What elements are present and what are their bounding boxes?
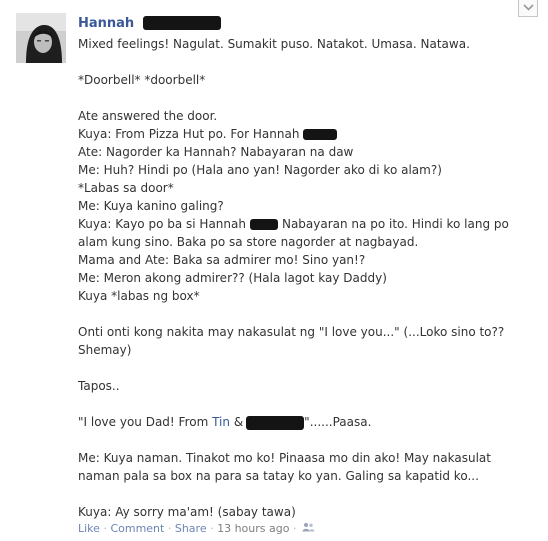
message-line: Kuya: Ay sorry ma'am! (sabay tawa) <box>78 505 296 519</box>
tagged-friend-link[interactable]: Tin <box>212 415 230 429</box>
message-line: Kuya *labas ng box* <box>78 289 200 303</box>
comment-link[interactable]: Comment <box>110 522 164 535</box>
message-line: *Doorbell* *doorbell* <box>78 73 206 87</box>
redaction-mark <box>303 129 338 140</box>
like-link[interactable]: Like <box>78 522 100 535</box>
message-line: Tapos.. <box>78 379 120 393</box>
separator: · <box>103 522 107 535</box>
message-line: Me: Huh? Hindi po (Hala ano yan! Nagorde… <box>78 163 442 177</box>
separator: · <box>210 522 214 535</box>
message-line: Me: Kuya naman. Tinakot mo ko! Pinaasa m… <box>78 451 491 465</box>
message-line: *Labas sa door* <box>78 181 174 195</box>
author-name-link[interactable]: Hannah <box>78 16 134 31</box>
redaction-mark <box>249 219 278 230</box>
message-line: Ate: Nagorder ka Hannah? Nabayaran na da… <box>78 145 354 159</box>
message-text: Nabayaran na po ito. Hindi ko lang po <box>281 217 509 231</box>
share-link[interactable]: Share <box>175 522 207 535</box>
post-options-button[interactable] <box>518 0 538 17</box>
separator: · <box>167 522 172 535</box>
redaction-mark <box>143 15 222 30</box>
message-text: Kuya: Kayo po ba si Hannah <box>78 217 246 231</box>
separator: · <box>292 522 297 535</box>
message-line: Me: Meron akong admirer?? (Hala lagot ka… <box>78 271 387 285</box>
redaction-mark <box>246 415 305 430</box>
message-line: alam kung sino. Baka po sa store nagorde… <box>78 235 419 249</box>
message-text: "......Paasa. <box>304 415 372 429</box>
message-line: Kuya: From Pizza Hut po. For Hannah <box>78 125 528 143</box>
message-line: Kuya: Kayo po ba si Hannah Nabayaran na p… <box>78 215 528 233</box>
post-actions: Like · Comment · Share · 13 hours ago · <box>78 522 315 536</box>
message-line: Shemay) <box>78 343 132 357</box>
author-row: Hannah <box>78 12 222 31</box>
message-line: naman pala sa box na para sa tatay ko ya… <box>78 469 479 483</box>
message-line: Me: Kuya kanino galing? <box>78 199 224 213</box>
friends-icon[interactable] <box>302 522 315 536</box>
message-line: Ate answered the door. <box>78 109 218 123</box>
message-text: & <box>230 415 244 429</box>
message-line: Mixed feelings! Nagulat. Sumakit puso. N… <box>78 37 470 51</box>
message-line: Mama and Ate: Baka sa admirer mo! Sino y… <box>78 253 366 267</box>
post-message: Mixed feelings! Nagulat. Sumakit puso. N… <box>78 35 528 521</box>
message-line: "I love you Dad! From Tin & "......Paasa. <box>78 413 528 431</box>
feed-post: Hannah Mixed feelings! Nagulat. Sumakit … <box>0 0 548 541</box>
message-text: Kuya: From Pizza Hut po. For Hannah <box>78 127 300 141</box>
avatar[interactable] <box>16 13 66 63</box>
message-line: Onti onti kong nakita may nakasulat ng "… <box>78 325 505 339</box>
chevron-down-icon <box>523 4 534 11</box>
message-text: "I love you Dad! From <box>78 415 213 429</box>
timestamp[interactable]: 13 hours ago <box>217 522 289 535</box>
